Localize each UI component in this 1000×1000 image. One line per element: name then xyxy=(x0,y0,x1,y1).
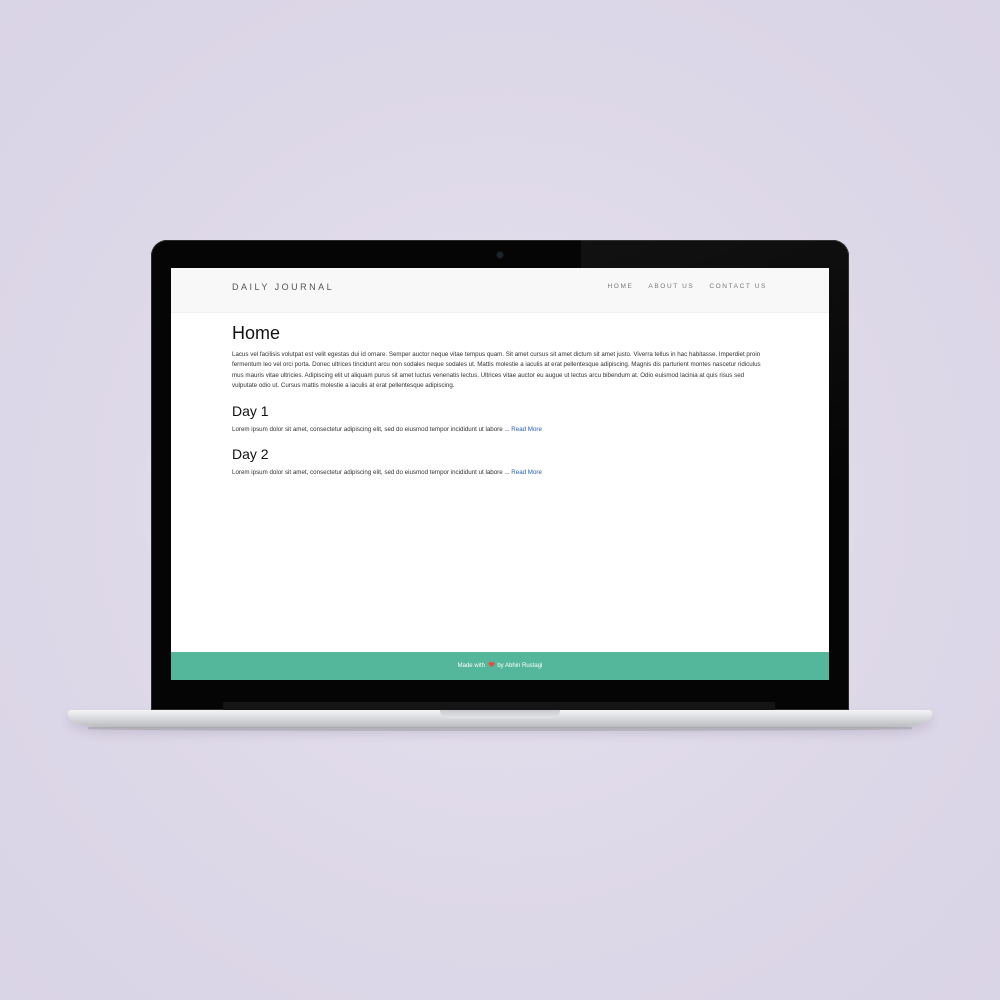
post-title: Day 2 xyxy=(232,446,269,463)
brand-link[interactable]: DAILY JOURNAL xyxy=(232,281,334,293)
base-notch xyxy=(440,710,560,718)
heart-icon xyxy=(488,662,495,668)
footer-suffix: by Abhin Rustagi xyxy=(497,663,543,669)
post-excerpt: Lorem ipsum dolor sit amet, consectetur … xyxy=(232,468,767,478)
read-more-link[interactable]: Read More xyxy=(511,469,542,476)
camera-icon xyxy=(497,252,503,258)
nav-links: HOME ABOUT US CONTACT US xyxy=(608,282,767,291)
laptop-base xyxy=(68,710,932,731)
laptop-mockup: DAILY JOURNAL HOME ABOUT US CONTACT US H… xyxy=(0,0,1000,1000)
navbar: DAILY JOURNAL HOME ABOUT US CONTACT US xyxy=(171,268,829,313)
nav-item-home[interactable]: HOME xyxy=(608,282,634,291)
post-excerpt: Lorem ipsum dolor sit amet, consectetur … xyxy=(232,425,767,435)
footer: Made with by Abhin Rustagi xyxy=(171,652,829,680)
post-day-2: Day 2 Lorem ipsum dolor sit amet, consec… xyxy=(232,445,767,478)
nav-item-contact-us[interactable]: CONTACT US xyxy=(709,282,767,291)
browser-screen: DAILY JOURNAL HOME ABOUT US CONTACT US H… xyxy=(171,268,829,680)
read-more-link[interactable]: Read More xyxy=(511,426,542,433)
main-content: Home Lacus vel facilisis volutpat est ve… xyxy=(232,322,767,488)
post-title: Day 1 xyxy=(232,402,269,419)
post-excerpt-text: Lorem ipsum dolor sit amet, consectetur … xyxy=(232,425,510,433)
page-title: Home xyxy=(232,323,281,343)
post-day-1: Day 1 Lorem ipsum dolor sit amet, consec… xyxy=(232,402,767,435)
footer-prefix: Made with xyxy=(457,663,485,669)
nav-item-about-us[interactable]: ABOUT US xyxy=(648,282,694,291)
post-excerpt-text: Lorem ipsum dolor sit amet, consectetur … xyxy=(232,469,510,477)
home-paragraph: Lacus vel facilisis volutpat est velit e… xyxy=(232,351,761,390)
